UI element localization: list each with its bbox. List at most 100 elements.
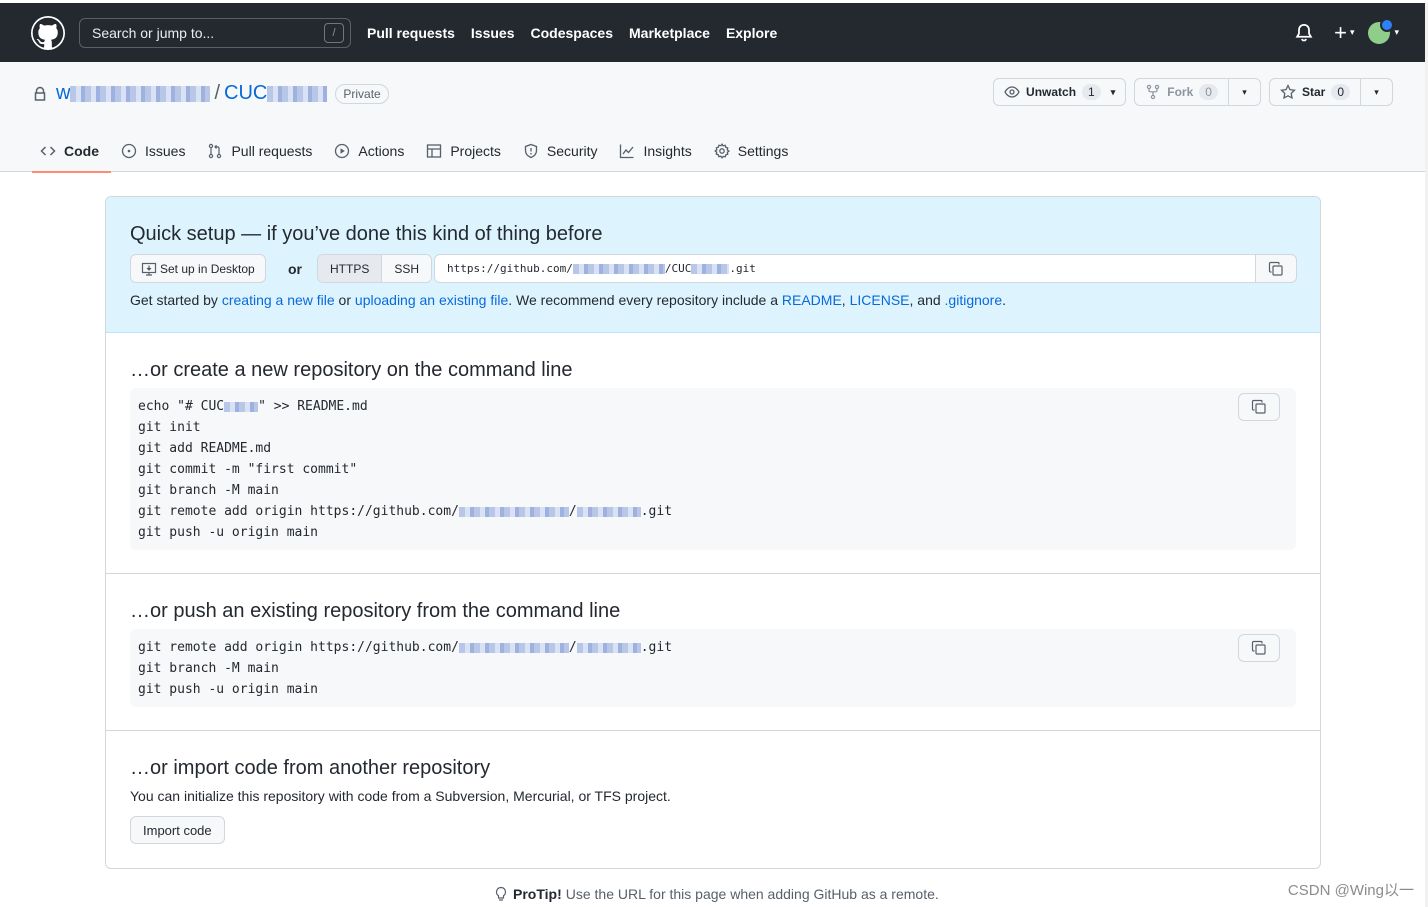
gitignore-link[interactable]: .gitignore — [945, 292, 1003, 308]
star-dropdown-icon[interactable]: ▾ — [1360, 79, 1392, 105]
copy-push-commands-button[interactable] — [1238, 634, 1280, 662]
fork-dropdown-icon[interactable]: ▾ — [1227, 79, 1260, 105]
import-code-button[interactable]: Import code — [130, 816, 225, 844]
shield-icon — [523, 143, 539, 159]
repo-tabs: Code Issues Pull requests Actions Projec… — [32, 130, 802, 173]
desktop-icon — [141, 261, 157, 277]
redacted-repo-name — [267, 85, 328, 102]
code-text: .git — [640, 640, 673, 655]
setup-in-desktop-button[interactable]: Set up in Desktop — [130, 254, 266, 283]
url-suffix: .git — [729, 262, 756, 275]
nav-marketplace[interactable]: Marketplace — [629, 25, 710, 41]
eye-icon — [1004, 84, 1020, 100]
copy-icon — [1251, 640, 1266, 655]
nav-codespaces[interactable]: Codespaces — [531, 25, 613, 41]
repo-actions: Unwatch 1 ▾ Fork 0 ▾ Star 0 ▾ — [985, 78, 1393, 106]
gear-icon — [713, 143, 730, 159]
star-button-group: Star 0 ▾ — [1268, 78, 1393, 106]
tab-label: Issues — [145, 143, 186, 159]
tab-label: Settings — [737, 143, 789, 159]
nav-pull-requests[interactable]: Pull requests — [367, 25, 455, 41]
setup-box: Quick setup — if you’ve done this kind o… — [105, 196, 1321, 869]
create-new-file-link[interactable]: creating a new file — [222, 292, 335, 308]
fork-count: 0 — [1199, 84, 1218, 100]
fork-button[interactable]: Fork 0 — [1135, 79, 1228, 105]
redacted-text — [224, 401, 259, 412]
repo-owner-link[interactable]: w — [56, 82, 211, 105]
copy-create-commands-button[interactable] — [1238, 393, 1280, 421]
import-title: …or import code from another repository — [130, 757, 491, 779]
upload-existing-file-link[interactable]: uploading an existing file — [355, 292, 508, 308]
watch-dropdown-icon[interactable]: ▾ — [1111, 87, 1116, 98]
header-right: + ▾ ▾ — [1294, 3, 1399, 62]
get-started-part: . — [1002, 292, 1007, 308]
search-input[interactable]: Search or jump to... / — [79, 17, 351, 48]
setup-in-desktop-label: Set up in Desktop — [160, 261, 255, 276]
unwatch-button[interactable]: Unwatch 1 ▾ — [994, 79, 1125, 105]
csdn-watermark: CSDN @Wing以一 — [1287, 882, 1414, 899]
code-icon — [40, 143, 56, 159]
code-line: git init — [138, 420, 201, 435]
license-link[interactable]: LICENSE — [850, 292, 910, 308]
tab-security[interactable]: Security — [515, 130, 610, 172]
fork-icon — [1145, 84, 1161, 100]
user-avatar[interactable] — [1368, 17, 1395, 44]
protocol-toggle: HTTPS SSH — [317, 254, 433, 283]
avatar-dropdown-icon[interactable]: ▾ — [1394, 27, 1399, 38]
ssh-button[interactable]: SSH — [382, 255, 432, 282]
quick-setup-section: Quick setup — if you’ve done this kind o… — [106, 197, 1320, 333]
tab-issues[interactable]: Issues — [113, 130, 197, 172]
lightbulb-icon — [495, 886, 507, 901]
global-header: Search or jump to... / Pull requests Iss… — [0, 3, 1425, 62]
nav-explore[interactable]: Explore — [726, 25, 777, 41]
get-started-part: or — [334, 292, 355, 308]
code-line: git remote add origin https://github.com… — [138, 640, 673, 655]
unwatch-label: Unwatch — [1026, 85, 1077, 99]
tab-settings[interactable]: Settings — [706, 130, 801, 172]
tab-projects[interactable]: Projects — [418, 130, 513, 172]
watch-button-group: Unwatch 1 ▾ — [993, 78, 1127, 106]
visibility-badge: Private — [335, 83, 389, 104]
repo-header: w / CUC Private Unwatch 1 ▾ Fork 0 ▾ Sta… — [0, 62, 1425, 173]
redacted-text — [576, 642, 641, 653]
tab-label: Pull requests — [231, 143, 313, 159]
readme-link[interactable]: README — [782, 292, 842, 308]
tab-code[interactable]: Code — [32, 130, 111, 173]
create-new-dropdown-icon[interactable]: ▾ — [1350, 27, 1355, 38]
create-repo-section: …or create a new repository on the comma… — [106, 333, 1320, 574]
create-repo-code: echo "# CUC " >> README.md git init git a… — [130, 388, 1296, 550]
tab-actions[interactable]: Actions — [326, 130, 416, 172]
get-started-part: , — [841, 292, 850, 308]
play-icon — [334, 143, 350, 159]
copy-icon — [1251, 399, 1266, 414]
code-line: git commit -m "first commit" — [138, 462, 358, 477]
code-line: git branch -M main — [138, 661, 279, 676]
tab-pull-requests[interactable]: Pull requests — [199, 130, 324, 172]
repo-name-link[interactable]: CUC — [224, 82, 328, 105]
star-button[interactable]: Star 0 — [1270, 79, 1360, 105]
https-button[interactable]: HTTPS — [318, 255, 383, 282]
create-new-icon[interactable]: + — [1334, 21, 1347, 44]
clone-url-input[interactable]: https://github.com/ /CUC .git — [434, 254, 1256, 283]
tab-label: Security — [546, 143, 598, 159]
star-icon — [1280, 84, 1296, 100]
fork-button-group: Fork 0 ▾ — [1134, 78, 1261, 106]
issue-icon — [121, 143, 137, 159]
redacted-text — [458, 642, 569, 653]
graph-icon — [619, 143, 635, 159]
push-repo-section: …or push an existing repository from the… — [106, 574, 1320, 731]
tab-insights[interactable]: Insights — [611, 130, 703, 172]
table-icon — [426, 143, 442, 159]
watchers-count: 1 — [1082, 84, 1101, 100]
copy-url-button[interactable] — [1255, 254, 1297, 283]
code-text: git remote add origin https://github.com… — [138, 504, 459, 519]
code-line: echo "# CUC " >> README.md — [138, 396, 1288, 417]
nav-issues[interactable]: Issues — [471, 25, 515, 41]
get-started-text: Get started by creating a new file or up… — [130, 292, 1006, 308]
redacted-text — [576, 506, 641, 517]
get-started-part: , and — [909, 292, 945, 308]
repo-owner-text: w — [56, 82, 71, 104]
header-nav: Pull requests Issues Codespaces Marketpl… — [367, 25, 793, 41]
github-logo-icon[interactable] — [31, 15, 65, 50]
bell-icon[interactable] — [1294, 23, 1314, 43]
